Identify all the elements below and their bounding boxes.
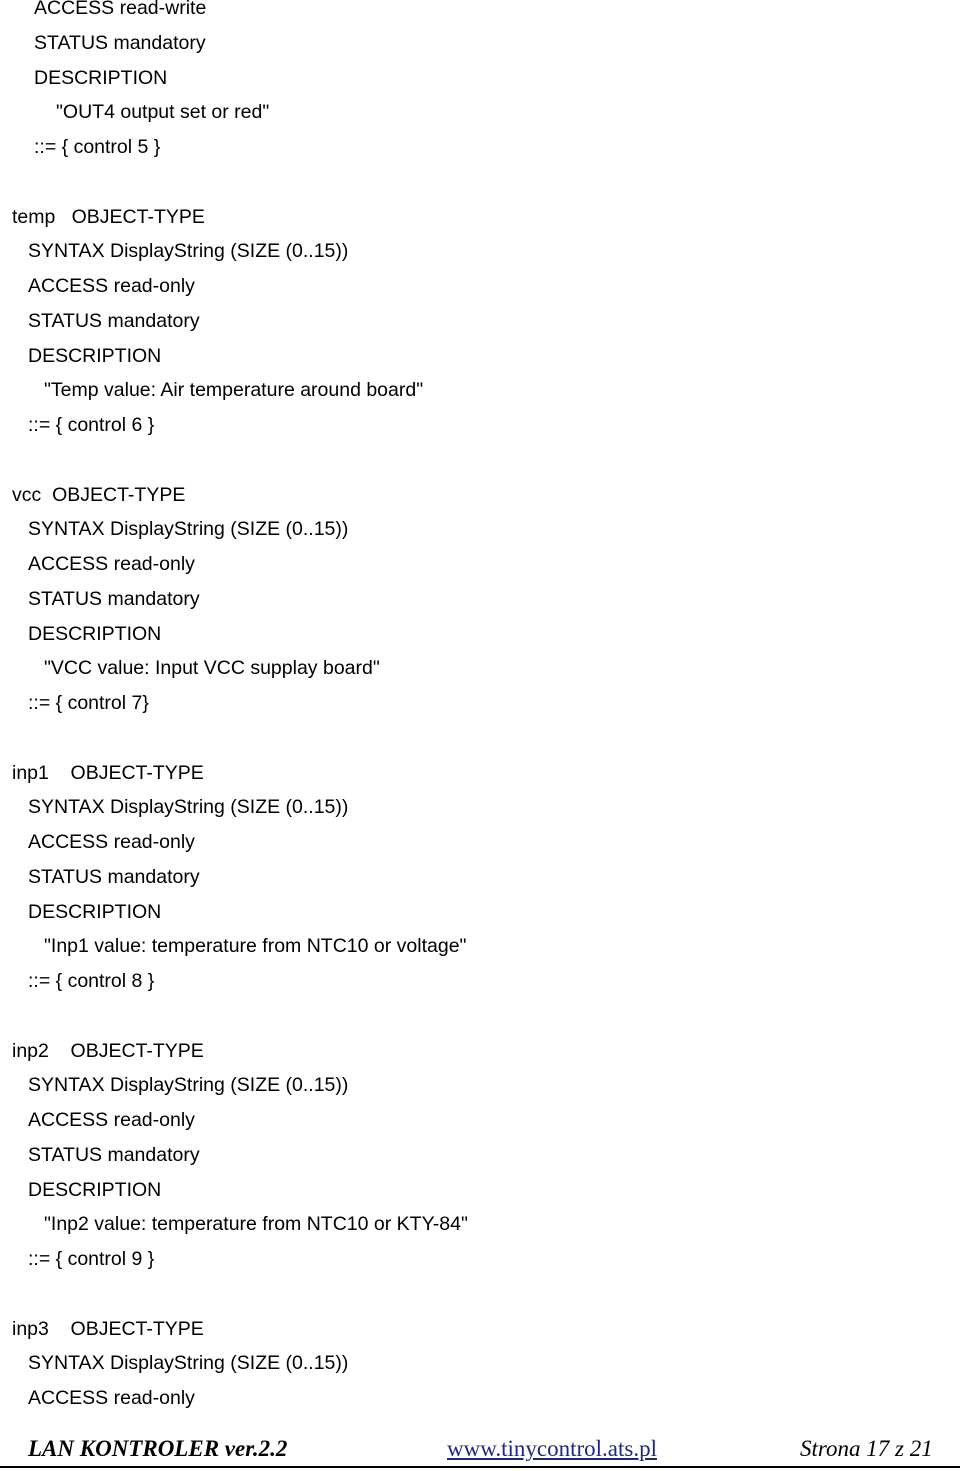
footer-divider: [0, 1466, 960, 1468]
code-line: DESCRIPTION: [28, 900, 162, 923]
code-line: ACCESS read-only: [28, 553, 195, 575]
code-line: STATUS mandatory: [34, 31, 206, 54]
code-line: SYNTAX DisplayString (SIZE (0..15)): [28, 796, 349, 819]
footer-page-number: Strona 17 z 21: [800, 1436, 933, 1461]
code-line: ::= { control 9 }: [28, 1248, 155, 1270]
code-line: vcc OBJECT-TYPE: [12, 483, 186, 506]
code-line: ACCESS read-only: [28, 831, 195, 853]
code-line: STATUS mandatory: [28, 865, 200, 888]
code-line: ::= { control 8 }: [28, 970, 155, 992]
code-line: inp1 OBJECT-TYPE: [12, 761, 204, 784]
code-line: "OUT4 output set or red": [56, 101, 270, 124]
code-line: ::= { control 7}: [28, 692, 149, 714]
code-line: ::= { control 5 }: [34, 136, 161, 158]
footer-title: LAN KONTROLER ver.2.2: [28, 1436, 288, 1461]
code-line: STATUS mandatory: [28, 309, 200, 332]
code-line: "Temp value: Air temperature around boar…: [44, 379, 424, 402]
code-line: inp2 OBJECT-TYPE: [12, 1039, 204, 1062]
code-line: SYNTAX DisplayString (SIZE (0..15)): [28, 518, 349, 541]
code-line: ACCESS read-only: [28, 1387, 195, 1409]
code-line: SYNTAX DisplayString (SIZE (0..15)): [28, 1074, 349, 1097]
code-line: SYNTAX DisplayString (SIZE (0..15)): [28, 240, 349, 263]
code-line: STATUS mandatory: [28, 587, 200, 610]
code-line: DESCRIPTION: [28, 622, 162, 645]
code-line: "Inp2 value: temperature from NTC10 or K…: [44, 1213, 468, 1236]
code-line: inp3 OBJECT-TYPE: [12, 1317, 204, 1340]
code-line: ACCESS read-only: [28, 275, 195, 297]
code-line: DESCRIPTION: [28, 1178, 162, 1201]
code-line: temp OBJECT-TYPE: [12, 205, 205, 228]
code-line: "VCC value: Input VCC supplay board": [44, 657, 380, 680]
page-footer: LAN KONTROLER ver.2.2 www.tinycontrol.at…: [0, 1434, 960, 1464]
code-line: DESCRIPTION: [34, 66, 168, 89]
code-line: ACCESS read-write: [34, 0, 207, 19]
code-line: SYNTAX DisplayString (SIZE (0..15)): [28, 1352, 349, 1375]
code-line: "Inp1 value: temperature from NTC10 or v…: [44, 935, 467, 958]
code-line: ::= { control 6 }: [28, 414, 155, 436]
code-line: STATUS mandatory: [28, 1143, 200, 1166]
code-line: ACCESS read-only: [28, 1109, 195, 1131]
code-line: DESCRIPTION: [28, 344, 162, 367]
footer-website-link[interactable]: www.tinycontrol.ats.pl: [447, 1434, 657, 1464]
